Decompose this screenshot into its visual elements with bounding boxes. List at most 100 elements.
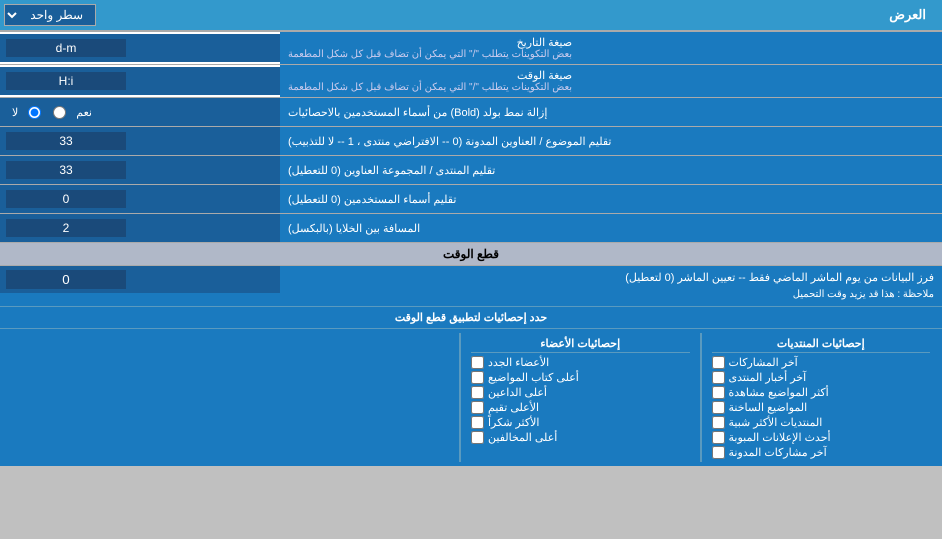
username-trim-title: تقليم أسماء المستخدمين (0 للتعطيل)	[288, 193, 456, 206]
checkbox-7[interactable]	[712, 446, 725, 459]
cutoff-row: فرز البيانات من يوم الماشر الماضي فقط --…	[0, 266, 942, 307]
time-format-sublabel: بعض التكوينات يتطلب "/" التي يمكن أن تضا…	[288, 82, 572, 93]
topic-trim-label: تقليم الموضوع / العناوين المدونة (0 -- ا…	[280, 127, 942, 155]
checkbox-4[interactable]	[712, 401, 725, 414]
empty-col	[8, 333, 453, 462]
checkbox-label-5: المنتديات الأكثر شبية	[729, 416, 823, 429]
checkbox-label-3: أكثر المواضيع مشاهدة	[729, 386, 829, 399]
checkbox-item-2: آخر أخبار المنتدى	[712, 370, 931, 385]
stats-header: حدد إحصائيات لتطبيق قطع الوقت	[0, 307, 942, 329]
header-label: العرض	[102, 7, 938, 23]
cutoff-input-container	[0, 266, 280, 293]
checkbox-6[interactable]	[712, 431, 725, 444]
topic-trim-input-container	[0, 127, 280, 155]
checkbox-label-7: آخر مشاركات المدونة	[729, 446, 827, 459]
forum-trim-row: تقليم المنتدى / المجموعة العناوين (0 للت…	[0, 156, 942, 185]
forum-trim-input[interactable]	[6, 161, 126, 179]
forum-stats-header: إحصائيات المنتديات	[712, 335, 931, 353]
checkbox-m5[interactable]	[471, 416, 484, 429]
cutoff-main-label: فرز البيانات من يوم الماشر الماضي فقط --…	[288, 270, 934, 287]
checkbox-label-m4: الأعلى تقيم	[488, 401, 539, 414]
col-divider	[700, 333, 702, 462]
checkbox-label-m1: الأعضاء الجدد	[488, 356, 549, 369]
member-stats-col: إحصائيات الأعضاء الأعضاء الجدد أعلى كتاب…	[467, 333, 694, 462]
cell-spacing-row: المسافة بين الخلايا (بالبكسل)	[0, 214, 942, 243]
checkbox-item-1: آخر المشاركات	[712, 355, 931, 370]
date-format-input[interactable]	[6, 39, 126, 57]
cell-spacing-input-container	[0, 214, 280, 242]
checkbox-label-m3: أعلى الداعين	[488, 386, 547, 399]
display-select[interactable]: سطر واحد سطرين ثلاثة أسطر	[4, 4, 96, 26]
bold-no-radio[interactable]	[28, 106, 41, 119]
username-trim-row: تقليم أسماء المستخدمين (0 للتعطيل)	[0, 185, 942, 214]
time-format-label: صيغة الوقت بعض التكوينات يتطلب "/" التي …	[280, 65, 942, 97]
cutoff-label: فرز البيانات من يوم الماشر الماضي فقط --…	[280, 266, 942, 306]
bold-remove-title: إزالة نمط بولد (Bold) من أسماء المستخدمي…	[288, 106, 547, 119]
bold-no-label: لا	[12, 106, 18, 119]
checkbox-item-m2: أعلى كتاب المواضيع	[471, 370, 690, 385]
col-divider-2	[459, 333, 461, 462]
date-format-title: صيغة التاريخ	[288, 36, 572, 49]
checkbox-item-m4: الأعلى تقيم	[471, 400, 690, 415]
checkbox-item-m6: أعلى المخالفين	[471, 430, 690, 445]
checkbox-m4[interactable]	[471, 401, 484, 414]
bold-remove-row: إزالة نمط بولد (Bold) من أسماء المستخدمي…	[0, 98, 942, 127]
checkbox-3[interactable]	[712, 386, 725, 399]
cutoff-section-header: قطع الوقت	[0, 243, 942, 266]
bold-remove-label: إزالة نمط بولد (Bold) من أسماء المستخدمي…	[280, 98, 942, 126]
date-format-input-container	[0, 34, 280, 62]
bold-yes-radio[interactable]	[53, 106, 66, 119]
checkbox-columns: إحصائيات المنتديات آخر المشاركات آخر أخب…	[8, 333, 934, 462]
checkbox-2[interactable]	[712, 371, 725, 384]
checkbox-m6[interactable]	[471, 431, 484, 444]
topic-trim-title: تقليم الموضوع / العناوين المدونة (0 -- ا…	[288, 135, 611, 148]
time-format-input[interactable]	[6, 72, 126, 90]
checkbox-m3[interactable]	[471, 386, 484, 399]
checkbox-m2[interactable]	[471, 371, 484, 384]
username-trim-input-container	[0, 185, 280, 213]
checkbox-label-2: آخر أخبار المنتدى	[729, 371, 807, 384]
bold-radio-group: نعم لا	[6, 104, 98, 121]
cell-spacing-label: المسافة بين الخلايا (بالبكسل)	[280, 214, 942, 242]
bold-remove-input-container: نعم لا	[0, 98, 280, 126]
forum-trim-title: تقليم المنتدى / المجموعة العناوين (0 للت…	[288, 164, 495, 177]
checkbox-label-m6: أعلى المخالفين	[488, 431, 557, 444]
checkbox-item-4: المواضيع الساخنة	[712, 400, 931, 415]
checkbox-item-3: أكثر المواضيع مشاهدة	[712, 385, 931, 400]
forum-trim-input-container	[0, 156, 280, 184]
username-trim-label: تقليم أسماء المستخدمين (0 للتعطيل)	[280, 185, 942, 213]
checkbox-item-m3: أعلى الداعين	[471, 385, 690, 400]
cell-spacing-title: المسافة بين الخلايا (بالبكسل)	[288, 222, 420, 235]
checkbox-1[interactable]	[712, 356, 725, 369]
checkbox-item-m5: الأكثر شكراً	[471, 415, 690, 430]
topic-trim-input[interactable]	[6, 132, 126, 150]
time-format-input-container	[0, 67, 280, 95]
checkbox-5[interactable]	[712, 416, 725, 429]
checkbox-item-7: آخر مشاركات المدونة	[712, 445, 931, 460]
date-format-row: صيغة التاريخ بعض التكوينات يتطلب "/" الت…	[0, 32, 942, 65]
checkbox-item-6: أحدث الإعلانات المبوبة	[712, 430, 931, 445]
checkbox-label-6: أحدث الإعلانات المبوبة	[729, 431, 831, 444]
time-format-title: صيغة الوقت	[288, 69, 572, 82]
topic-trim-row: تقليم الموضوع / العناوين المدونة (0 -- ا…	[0, 127, 942, 156]
checkbox-item-5: المنتديات الأكثر شبية	[712, 415, 931, 430]
cell-spacing-input[interactable]	[6, 219, 126, 237]
forum-trim-label: تقليم المنتدى / المجموعة العناوين (0 للت…	[280, 156, 942, 184]
checkbox-label-m5: الأكثر شكراً	[488, 416, 539, 429]
cutoff-input[interactable]	[6, 270, 126, 289]
bold-yes-label: نعم	[76, 106, 92, 119]
header-row: العرض سطر واحد سطرين ثلاثة أسطر	[0, 0, 942, 32]
main-container: العرض سطر واحد سطرين ثلاثة أسطر صيغة الت…	[0, 0, 942, 466]
checkbox-label-4: المواضيع الساخنة	[729, 401, 808, 414]
date-format-label: صيغة التاريخ بعض التكوينات يتطلب "/" الت…	[280, 32, 942, 64]
member-stats-header: إحصائيات الأعضاء	[471, 335, 690, 353]
checkbox-label-1: آخر المشاركات	[729, 356, 798, 369]
cutoff-sublabel: ملاحظة : هذا قد يزيد وقت التحميل	[288, 287, 934, 302]
checkbox-label-m2: أعلى كتاب المواضيع	[488, 371, 579, 384]
username-trim-input[interactable]	[6, 190, 126, 208]
checkboxes-section: إحصائيات المنتديات آخر المشاركات آخر أخب…	[0, 329, 942, 466]
checkbox-m1[interactable]	[471, 356, 484, 369]
forum-stats-col: إحصائيات المنتديات آخر المشاركات آخر أخب…	[708, 333, 935, 462]
checkbox-item-m1: الأعضاء الجدد	[471, 355, 690, 370]
time-format-row: صيغة الوقت بعض التكوينات يتطلب "/" التي …	[0, 65, 942, 98]
